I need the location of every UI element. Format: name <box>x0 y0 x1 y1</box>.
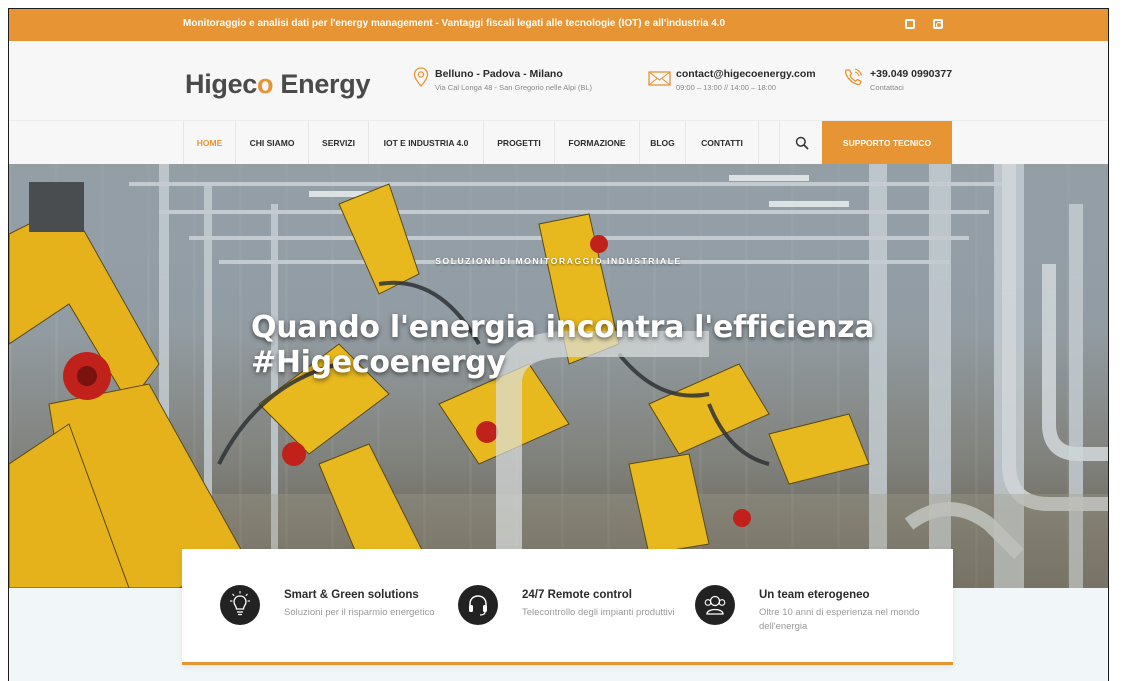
facebook-icon[interactable] <box>905 19 915 29</box>
feature-description: Oltre 10 anni di esperienza nel mondo de… <box>759 607 920 632</box>
nav-servizi[interactable]: SERVIZI <box>308 121 368 165</box>
logo-mark: o <box>257 69 274 99</box>
logo-text: Higec <box>185 69 258 99</box>
location-title: Belluno - Padova - Milano <box>435 68 563 80</box>
hero-title-line-1: Quando l'energia incontra l'efficienza <box>251 310 875 345</box>
lightbulb-icon <box>220 585 260 625</box>
location-address: Via Cal Longa 48 - San Gregorio nelle Al… <box>435 83 593 92</box>
phone-icon <box>844 68 863 86</box>
feature-description: Telecontrollo degli impianti produttivi <box>522 607 675 618</box>
nav-progetti[interactable]: PROGETTI <box>483 121 554 165</box>
email-address[interactable]: contact@higecoenergy.com <box>676 68 816 80</box>
nav-contatti[interactable]: CONTATTI <box>685 121 759 165</box>
feature-title: 24/7 Remote control <box>522 589 632 601</box>
top-bar: Monitoraggio e analisi dati per l'energy… <box>9 9 1108 41</box>
browser-frame: Monitoraggio e analisi dati per l'energy… <box>8 8 1109 681</box>
features-card: Smart & Green solutions Soluzioni per il… <box>182 549 953 665</box>
map-pin-icon <box>413 67 429 87</box>
site-header: Higeco Energy Belluno - Padova - Milano … <box>9 41 1108 120</box>
envelope-icon <box>648 71 671 86</box>
instagram-icon[interactable] <box>933 19 943 29</box>
contact-label: Contattaci <box>870 83 904 92</box>
search-button[interactable] <box>779 121 822 165</box>
hero-title: Quando l'energia incontra l'efficienza #… <box>251 310 875 381</box>
feature-description: Soluzioni per il risparmio energetico <box>284 607 435 618</box>
logo-text-tail: Energy <box>273 69 371 99</box>
phone-number[interactable]: +39.049 0990377 <box>870 68 952 80</box>
logo[interactable]: Higeco Energy <box>185 69 370 100</box>
nav-iot-industria[interactable]: IOT E INDUSTRIA 4.0 <box>368 121 483 165</box>
search-icon <box>795 136 809 150</box>
support-button[interactable]: SUPPORTO TECNICO <box>822 121 952 165</box>
nav-home[interactable]: HOME <box>183 121 235 165</box>
feature-title: Smart & Green solutions <box>284 589 419 601</box>
hero-kicker: SOLUZIONI DI MONITORAGGIO INDUSTRIALE <box>435 256 682 266</box>
nav-chi-siamo[interactable]: CHI SIAMO <box>235 121 308 165</box>
main-nav: HOME CHI SIAMO SERVIZI IOT E INDUSTRIA 4… <box>9 120 1108 165</box>
office-hours: 09:00 – 13:00 // 14:00 – 18:00 <box>676 83 777 92</box>
nav-formazione[interactable]: FORMAZIONE <box>554 121 639 165</box>
headset-icon <box>458 585 498 625</box>
hero-section: SOLUZIONI DI MONITORAGGIO INDUSTRIALE Qu… <box>9 164 1108 588</box>
team-icon <box>695 585 735 625</box>
hero-title-line-2: #Higecoenergy <box>251 345 506 381</box>
feature-title: Un team eterogeneo <box>759 589 870 601</box>
top-bar-text: Monitoraggio e analisi dati per l'energy… <box>183 18 726 29</box>
nav-blog[interactable]: BLOG <box>639 121 685 165</box>
